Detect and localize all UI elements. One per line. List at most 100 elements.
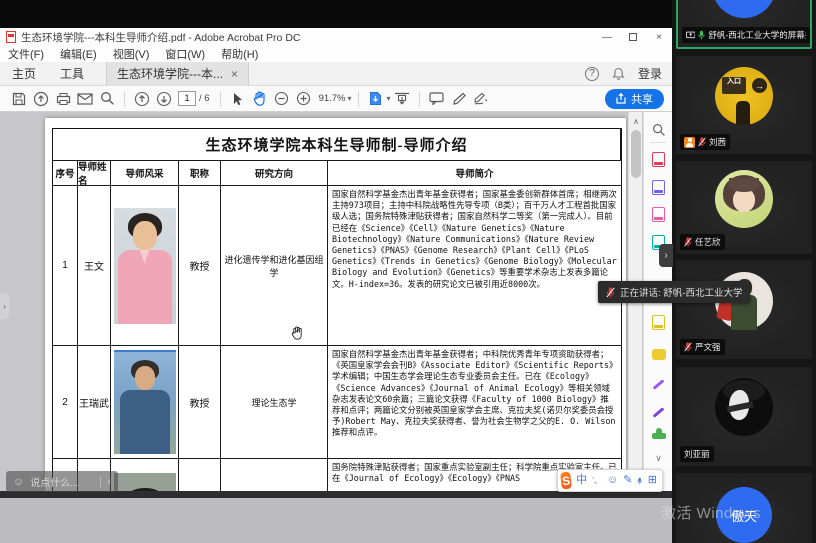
next-page-button[interactable] xyxy=(153,89,175,109)
row2-name: 王瑞武 xyxy=(78,346,111,459)
col-header-no: 序号 xyxy=(53,161,78,186)
upload-cloud-button[interactable] xyxy=(30,89,52,109)
arrow-right-icon: → xyxy=(752,78,767,93)
pdf-file-icon xyxy=(6,31,16,43)
row3-rank xyxy=(179,459,221,491)
participant-name: 任艺欣 xyxy=(695,236,721,248)
edit-pdf-icon[interactable] xyxy=(644,204,672,224)
tabbar: 主页 工具 生态环境学院---本... × ? 登录 xyxy=(0,62,672,86)
participant-tile[interactable]: 任艺欣 xyxy=(676,161,812,254)
rail-divider xyxy=(650,142,666,143)
tab-close-icon[interactable]: × xyxy=(231,67,238,81)
participant-tile-sharer[interactable]: 舒帆 舒帆-西北工业大学的屏幕共享 xyxy=(676,0,812,49)
row2-field: 理论生态学 xyxy=(221,346,328,459)
menu-edit[interactable]: 编辑(E) xyxy=(60,46,97,62)
panel-collapse-handle[interactable]: › xyxy=(659,244,673,267)
ime-toolbar[interactable]: S 中 ’、 ☺ ✎ ⊞ xyxy=(557,469,663,492)
share-button-label: 共享 xyxy=(631,91,653,107)
meeting-chat-bar[interactable]: ☺ 说点什么... ‹ xyxy=(6,471,118,492)
panel-collapse-chevron-icon: › xyxy=(664,250,667,261)
mentor-table: 生态环境学院本科生导师制-导师介绍 序号 导师姓名 导师风采 职称 研究方向 导… xyxy=(52,128,622,491)
tab-document[interactable]: 生态环境学院---本... × xyxy=(106,62,249,86)
ime-mode-chinese[interactable]: 中 xyxy=(576,475,587,486)
emoji-icon[interactable]: ☺ xyxy=(13,476,24,488)
avatar-anime xyxy=(715,170,773,228)
select-tool-button[interactable] xyxy=(227,89,249,109)
zoom-caret-icon[interactable]: ▾ xyxy=(348,94,352,103)
print-button[interactable] xyxy=(52,89,74,109)
sign-tool-button[interactable] xyxy=(470,89,492,109)
zoom-in-button[interactable] xyxy=(293,89,315,109)
menu-view[interactable]: 视图(V) xyxy=(113,46,150,62)
zoom-level-value[interactable]: 91.7% xyxy=(319,93,346,104)
chat-bar-divider xyxy=(100,476,101,488)
send-signature-icon[interactable] xyxy=(644,402,672,422)
pdf-page[interactable]: 生态环境学院本科生导师制-导师介绍 序号 导师姓名 导师风采 职称 研究方向 导… xyxy=(45,118,626,491)
ime-mic-icon[interactable] xyxy=(637,475,642,487)
participant-name-tag: 刘亚丽 xyxy=(680,446,714,462)
more-tools-chevron-icon[interactable]: ∨ xyxy=(644,448,672,468)
mentor-photo-2 xyxy=(114,350,176,454)
toolbar-divider xyxy=(220,91,221,107)
ime-keyboard-icon[interactable]: ⊞ xyxy=(648,475,657,486)
menu-help[interactable]: 帮助(H) xyxy=(221,46,258,62)
search-icon[interactable] xyxy=(96,89,118,109)
participant-name-tag: 舒帆-西北工业大学的屏幕共享 xyxy=(682,27,810,43)
row1-no: 1 xyxy=(53,186,78,346)
login-button[interactable]: 登录 xyxy=(638,65,662,82)
windows-activation-watermark: 激活 Windows xyxy=(661,502,761,523)
ime-pen-icon[interactable]: ✎ xyxy=(623,475,632,486)
previous-page-button[interactable] xyxy=(131,89,153,109)
page-display-button[interactable] xyxy=(365,89,387,109)
chat-placeholder[interactable]: 说点什么... xyxy=(30,474,78,489)
tab-tools[interactable]: 工具 xyxy=(48,62,96,86)
nav-pane-handle[interactable]: › xyxy=(0,293,9,319)
desktop-bottom-band xyxy=(0,498,672,543)
ime-punctuation-icon[interactable]: ’、 xyxy=(592,477,602,485)
comment-tool-button[interactable] xyxy=(426,89,448,109)
participant-tile[interactable]: 入口 → 刘茜 xyxy=(676,56,812,154)
organize-pages-icon[interactable] xyxy=(644,312,672,332)
participant-tile[interactable]: 严文强 xyxy=(676,260,812,359)
scrollbar-thumb[interactable] xyxy=(631,130,641,178)
chat-collapse-icon[interactable]: ‹ xyxy=(107,476,111,488)
close-button[interactable]: × xyxy=(646,28,672,46)
rail-search-icon[interactable] xyxy=(644,120,672,140)
minimize-button[interactable]: — xyxy=(594,28,620,46)
speaking-toast-text: 正在讲话: 舒帆-西北工业大学 xyxy=(620,285,742,299)
email-button[interactable] xyxy=(74,89,96,109)
hand-tool-button[interactable] xyxy=(249,89,271,109)
share-button[interactable]: 共享 xyxy=(605,89,664,109)
speaking-toast: 正在讲话: 舒帆-西北工业大学 xyxy=(598,281,750,303)
help-icon[interactable]: ? xyxy=(585,67,599,81)
menu-window[interactable]: 窗口(W) xyxy=(165,46,205,62)
table-title: 生态环境学院本科生导师制-导师介绍 xyxy=(53,129,621,161)
entrance-sign: 入口 xyxy=(722,77,746,94)
bell-icon[interactable] xyxy=(612,67,625,81)
mic-muted-icon xyxy=(684,342,692,352)
highlight-pen-button[interactable] xyxy=(448,89,470,109)
restore-button[interactable] xyxy=(620,28,646,46)
zoom-out-button[interactable] xyxy=(271,89,293,109)
page-number-input[interactable]: 1 xyxy=(178,91,196,106)
scrolling-mode-icon[interactable] xyxy=(391,89,413,109)
ime-emoji-icon[interactable]: ☺ xyxy=(607,475,618,486)
participant-name-tag: 任艺欣 xyxy=(680,234,725,250)
row1-rank: 教授 xyxy=(179,186,221,346)
participant-tile[interactable]: 刘亚丽 xyxy=(676,367,812,466)
save-button[interactable] xyxy=(8,89,30,109)
participant-name: 刘亚丽 xyxy=(684,448,710,460)
participant-name-tag: 刘茜 xyxy=(680,134,730,150)
export-pdf-icon[interactable] xyxy=(644,149,672,169)
avatar-photo: 入口 → xyxy=(715,67,773,125)
create-pdf-icon[interactable] xyxy=(644,177,672,197)
menubar: 文件(F) 编辑(E) 视图(V) 窗口(W) 帮助(H) xyxy=(0,46,672,62)
tab-home[interactable]: 主页 xyxy=(0,62,48,86)
comment-panel-icon[interactable] xyxy=(644,344,672,364)
fill-sign-icon[interactable] xyxy=(644,374,672,394)
shared-screen-region: 生态环境学院---本科生导师介绍.pdf - Adobe Acrobat Pro… xyxy=(0,0,672,543)
menu-file[interactable]: 文件(F) xyxy=(8,46,44,62)
stamp-icon[interactable] xyxy=(644,426,672,446)
sogou-logo-icon[interactable]: S xyxy=(560,472,572,490)
scroll-up-icon[interactable]: ∧ xyxy=(629,114,643,128)
